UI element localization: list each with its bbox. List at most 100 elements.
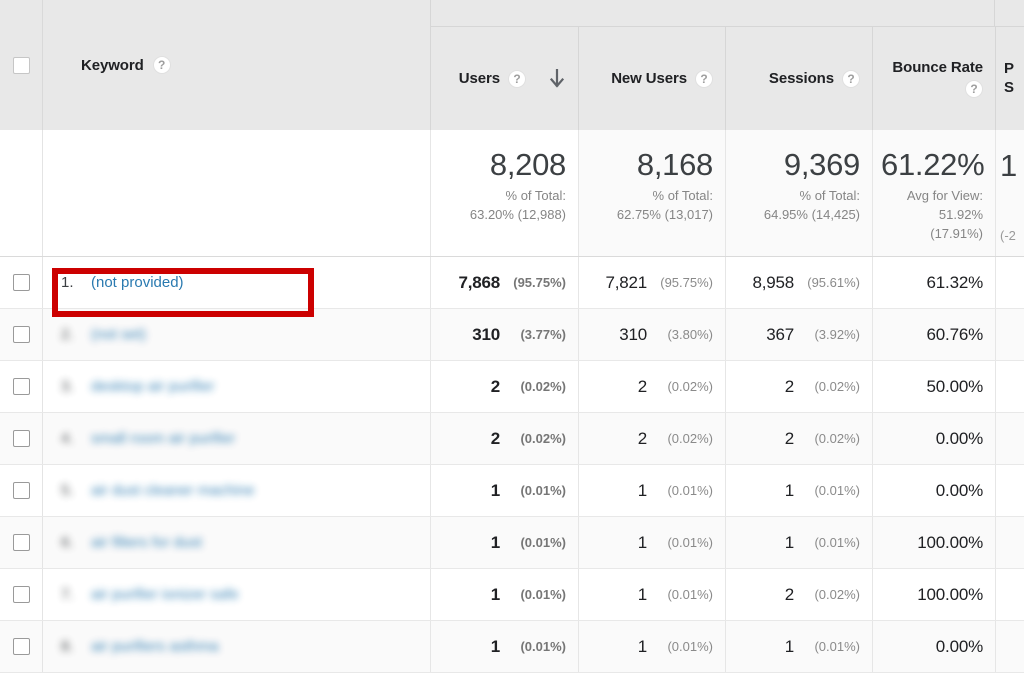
row-bounce-cell: 100.00% bbox=[872, 569, 995, 620]
row-checkbox[interactable] bbox=[12, 430, 30, 447]
row-sessions-pct: (0.02%) bbox=[814, 379, 860, 394]
table-row[interactable]: 4. small room air purifier 2 (0.02%) 2 (0.02%… bbox=[0, 413, 1024, 465]
header-group-metrics bbox=[430, 0, 995, 26]
row-new-users-pct: (0.01%) bbox=[667, 483, 713, 498]
row-checkbox-cell[interactable] bbox=[0, 361, 43, 412]
row-new-users-cell: 1 (0.01%) bbox=[578, 517, 725, 568]
row-index: 5. bbox=[61, 482, 74, 499]
column-header-sessions[interactable]: Sessions ? bbox=[725, 26, 872, 130]
row-checkbox-cell[interactable] bbox=[0, 257, 43, 308]
row-sessions-cell: 2 (0.02%) bbox=[725, 361, 872, 412]
row-new-users-value: 1 bbox=[637, 636, 647, 656]
summary-pages-per-session: 1 (-2 bbox=[995, 130, 1024, 256]
row-checkbox-cell[interactable] bbox=[0, 569, 43, 620]
row-checkbox-cell[interactable] bbox=[0, 517, 43, 568]
row-sessions-value: 1 bbox=[784, 532, 794, 552]
column-header-users[interactable]: Users ? bbox=[430, 26, 578, 130]
row-checkbox[interactable] bbox=[12, 534, 30, 551]
row-users-value: 310 bbox=[472, 324, 500, 344]
row-pages-cell bbox=[995, 257, 1024, 308]
select-all-checkbox[interactable] bbox=[12, 56, 30, 74]
pages-header-label-line2: S bbox=[1004, 78, 1015, 96]
summary-users-sub2: 63.20% (12,988) bbox=[469, 207, 566, 223]
row-checkbox-cell[interactable] bbox=[0, 309, 43, 360]
table-row[interactable]: 8. air purifiers asthma 1 (0.01%) 1 (0.01%) 1 (… bbox=[0, 621, 1024, 673]
table-row[interactable]: 7. air purifier ionizer safe 1 (0.01%) 1 (0.0… bbox=[0, 569, 1024, 621]
row-checkbox-cell[interactable] bbox=[0, 621, 43, 672]
row-users-value: 1 bbox=[490, 532, 500, 552]
row-bounce-cell: 100.00% bbox=[872, 517, 995, 568]
table-row[interactable]: 3. desktop air purifier 2 (0.02%) 2 (0.02%) 2 (… bbox=[0, 361, 1024, 413]
row-sessions-pct: (95.61%) bbox=[807, 275, 860, 290]
summary-users: 8,208 % of Total: 63.20% (12,988) bbox=[430, 130, 578, 256]
table-row[interactable]: 6. air filters for dust 1 (0.01%) 1 (0.01%) 1 (… bbox=[0, 517, 1024, 569]
row-users-value: 1 bbox=[490, 480, 500, 500]
row-checkbox[interactable] bbox=[12, 378, 30, 395]
row-keyword-link[interactable]: air dust cleaner machine bbox=[91, 482, 254, 499]
help-icon[interactable]: ? bbox=[695, 69, 713, 88]
row-bounce-value: 61.32% bbox=[926, 272, 984, 292]
row-new-users-cell: 1 (0.01%) bbox=[578, 569, 725, 620]
summary-sessions-sub1: % of Total: bbox=[799, 188, 860, 204]
row-sessions-cell: 367 (3.92%) bbox=[725, 309, 872, 360]
summary-row: 8,208 % of Total: 63.20% (12,988) 8,168 … bbox=[0, 130, 1024, 257]
table-row[interactable]: 1. (not provided) 7,868 (95.75%) 7,821 (95.75… bbox=[0, 257, 1024, 309]
row-bounce-value: 0.00% bbox=[935, 636, 983, 656]
help-icon[interactable]: ? bbox=[842, 69, 860, 88]
select-all-checkbox-cell[interactable] bbox=[0, 0, 43, 130]
row-users-pct: (95.75%) bbox=[513, 275, 566, 290]
help-icon[interactable]: ? bbox=[508, 69, 526, 88]
summary-pages-value: 1 bbox=[1000, 148, 1018, 183]
row-sessions-value: 2 bbox=[784, 584, 794, 604]
row-new-users-cell: 1 (0.01%) bbox=[578, 621, 725, 672]
row-keyword-link[interactable]: air purifier ionizer safe bbox=[91, 586, 239, 603]
help-icon[interactable]: ? bbox=[152, 56, 171, 74]
table-row[interactable]: 2. (not set) 310 (3.77%) 310 (3.80%) 367 (3.92%… bbox=[0, 309, 1024, 361]
row-sessions-cell: 8,958 (95.61%) bbox=[725, 257, 872, 308]
row-checkbox[interactable] bbox=[12, 586, 30, 603]
row-new-users-value: 2 bbox=[637, 428, 647, 448]
column-header-keyword[interactable]: Keyword ? bbox=[43, 0, 430, 130]
summary-checkbox-cell bbox=[0, 130, 43, 256]
row-sessions-pct: (0.01%) bbox=[814, 639, 860, 654]
row-checkbox-cell[interactable] bbox=[0, 465, 43, 516]
table-header: Keyword ? Users ? New Users ? Sessions ?… bbox=[0, 0, 1024, 130]
row-new-users-pct: (0.01%) bbox=[667, 639, 713, 654]
summary-new-users-value: 8,168 bbox=[636, 147, 713, 182]
row-pages-cell bbox=[995, 309, 1024, 360]
row-keyword-cell: 5. air dust cleaner machine bbox=[43, 465, 430, 516]
row-users-value: 1 bbox=[490, 584, 500, 604]
row-checkbox[interactable] bbox=[12, 482, 30, 499]
row-keyword-link[interactable]: air filters for dust bbox=[91, 534, 202, 551]
row-users-pct: (0.02%) bbox=[520, 379, 566, 394]
row-new-users-pct: (0.01%) bbox=[667, 587, 713, 602]
row-keyword-link[interactable]: desktop air purifier bbox=[91, 378, 214, 395]
column-header-pages-per-session[interactable]: P S bbox=[995, 26, 1024, 130]
row-sessions-cell: 1 (0.01%) bbox=[725, 621, 872, 672]
row-new-users-value: 1 bbox=[637, 480, 647, 500]
row-sessions-cell: 2 (0.02%) bbox=[725, 569, 872, 620]
column-header-bounce-rate[interactable]: Bounce Rate ? bbox=[872, 26, 995, 130]
row-keyword-link[interactable]: (not set) bbox=[91, 326, 146, 343]
row-keyword-link[interactable]: small room air purifier bbox=[91, 430, 235, 447]
row-users-cell: 2 (0.02%) bbox=[430, 413, 578, 464]
row-checkbox[interactable] bbox=[12, 326, 30, 343]
row-users-value: 2 bbox=[490, 376, 500, 396]
column-header-new-users[interactable]: New Users ? bbox=[578, 26, 725, 130]
row-users-pct: (3.77%) bbox=[520, 327, 566, 342]
row-checkbox[interactable] bbox=[12, 638, 30, 655]
row-index: 3. bbox=[61, 378, 74, 395]
row-checkbox[interactable] bbox=[12, 274, 30, 291]
sort-descending-icon[interactable] bbox=[548, 68, 566, 89]
row-checkbox-cell[interactable] bbox=[0, 413, 43, 464]
row-sessions-pct: (3.92%) bbox=[814, 327, 860, 342]
row-keyword-link[interactable]: air purifiers asthma bbox=[91, 638, 219, 655]
table-row[interactable]: 5. air dust cleaner machine 1 (0.01%) 1 (0.01… bbox=[0, 465, 1024, 517]
row-bounce-value: 50.00% bbox=[926, 376, 984, 396]
row-keyword-cell: 7. air purifier ionizer safe bbox=[43, 569, 430, 620]
row-new-users-cell: 310 (3.80%) bbox=[578, 309, 725, 360]
row-users-value: 2 bbox=[490, 428, 500, 448]
help-icon[interactable]: ? bbox=[965, 80, 983, 98]
row-index: 8. bbox=[61, 638, 74, 655]
row-keyword-link[interactable]: (not provided) bbox=[91, 274, 184, 291]
